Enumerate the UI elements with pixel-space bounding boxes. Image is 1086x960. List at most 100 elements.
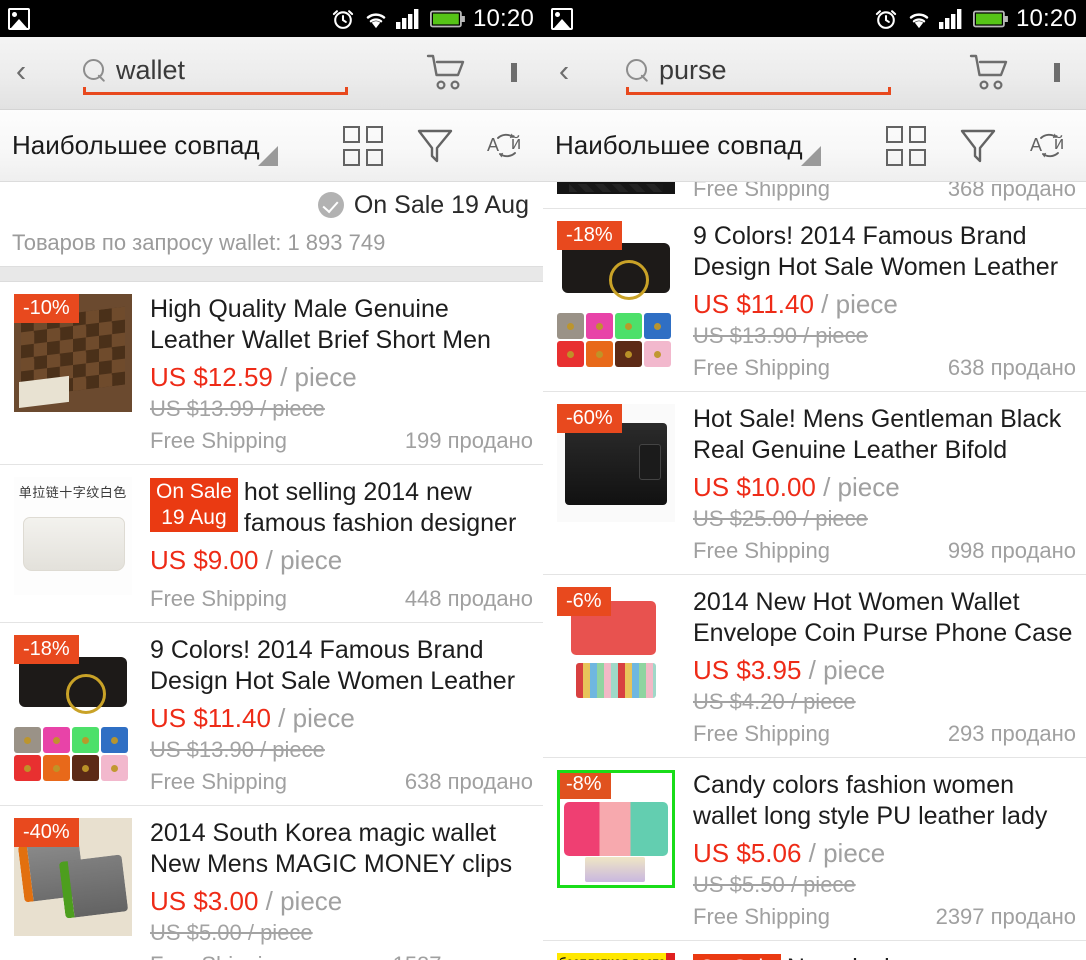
discount-badge: -60% xyxy=(557,404,622,433)
sort-dropdown[interactable]: Наибольшее совпад xyxy=(543,130,815,161)
search-icon xyxy=(83,59,105,81)
sold-count: 638 продано xyxy=(404,769,533,794)
product-info: On Sale19 AugNew design woman handbag cl… xyxy=(675,953,1076,960)
sold-count: 293 продано xyxy=(947,721,1076,746)
shopping-cart-button[interactable] xyxy=(413,54,485,92)
product-meta: Free Shipping 1587 продано xyxy=(150,952,533,960)
product-image[interactable] xyxy=(14,477,132,595)
list-item[interactable]: -40% 2014 South Korea magic wallet New M… xyxy=(0,806,543,960)
product-thumbnail-wrap: -8% xyxy=(557,770,675,930)
alarm-clock-icon xyxy=(332,9,354,29)
battery-icon xyxy=(429,10,465,27)
price-unit: / piece xyxy=(265,886,343,916)
product-price: US $9.00 / piece xyxy=(150,545,533,576)
product-meta: Free Shipping 293 продано xyxy=(693,721,1076,747)
translate-button[interactable]: A й xyxy=(1014,126,1086,166)
gallery-image-icon xyxy=(8,7,30,30)
list-item[interactable]: -18% 9 Colors! 2014 Famous Brand Design … xyxy=(0,623,543,806)
list-item[interactable]: -6% 2014 New Hot Women Wallet Envelope C… xyxy=(543,575,1086,758)
price-value: US $5.06 xyxy=(693,838,802,868)
discount-badge: -18% xyxy=(557,221,622,250)
product-thumbnail-wrap: -18% xyxy=(14,635,132,795)
shopping-cart-button[interactable] xyxy=(956,54,1028,92)
product-title[interactable]: 9 Colors! 2014 Famous Brand Design Hot S… xyxy=(150,635,533,699)
price-value: US $3.95 xyxy=(693,655,802,685)
search-input-value[interactable]: wallet xyxy=(116,55,185,86)
overflow-menu-icon xyxy=(1054,63,1060,82)
status-bar-clock: 10:20 xyxy=(472,4,534,32)
back-button[interactable]: ‹ xyxy=(0,55,42,91)
product-title[interactable]: 2014 South Korea magic wallet New Mens M… xyxy=(150,818,533,882)
list-item[interactable]: -10% High Quality Male Genuine Leather W… xyxy=(0,282,543,465)
product-image[interactable]: -6% xyxy=(557,587,675,705)
filter-button[interactable] xyxy=(399,126,471,166)
product-meta: Free Shipping 448 продано xyxy=(150,586,533,612)
product-title[interactable]: Candy colors fashion women wallet long s… xyxy=(693,770,1076,834)
overflow-menu-icon xyxy=(511,63,517,82)
product-old-price: US $13.90 / piece xyxy=(693,323,868,348)
color-swatches[interactable] xyxy=(14,727,132,781)
app-bar: ‹ wallet xyxy=(0,37,543,110)
product-image[interactable]: -60% xyxy=(557,404,675,522)
product-image[interactable] xyxy=(557,182,675,194)
status-bar-system-icons: 10:20 xyxy=(873,5,1077,33)
grid-view-button[interactable] xyxy=(870,125,942,166)
search-field[interactable]: purse xyxy=(599,47,899,99)
on-sale-filter[interactable]: On Sale 19 Aug xyxy=(0,182,543,224)
filter-funnel-icon xyxy=(417,129,453,162)
list-item[interactable]: On Sale19 AugNew design woman handbag cl… xyxy=(543,941,1086,960)
search-underline xyxy=(83,87,348,95)
sold-count: 638 продано xyxy=(947,355,1076,380)
sold-count: 2397 продано xyxy=(935,904,1076,929)
search-input-value[interactable]: purse xyxy=(659,55,727,86)
color-swatches[interactable] xyxy=(557,313,675,367)
list-item[interactable]: -18% 9 Colors! 2014 Famous Brand Design … xyxy=(543,209,1086,392)
product-price: US $5.06 / piece xyxy=(693,838,1076,869)
list-item[interactable]: On Sale19 Aughot selling 2014 new famous… xyxy=(0,465,543,623)
filter-button[interactable] xyxy=(942,126,1014,166)
product-old-price: US $13.90 / piece xyxy=(150,737,325,762)
product-title[interactable]: 2014 New Hot Women Wallet Envelope Coin … xyxy=(693,587,1076,651)
sold-count: 448 продано xyxy=(404,586,533,611)
product-thumbnail-wrap: -60% xyxy=(557,404,675,564)
product-title[interactable]: Hot Sale! Mens Gentleman Black Real Genu… xyxy=(693,404,1076,468)
product-image[interactable]: -18% xyxy=(557,221,675,311)
panel-left-wallet-search: 10:20 ‹ wallet Наибольшее совпад A й On … xyxy=(0,0,543,960)
grid-view-icon xyxy=(343,125,383,166)
product-price: US $3.95 / piece xyxy=(693,655,1076,686)
product-title[interactable]: On Sale19 AugNew design woman handbag cl… xyxy=(693,953,1076,960)
overflow-menu-button[interactable] xyxy=(485,63,543,82)
grid-view-button[interactable] xyxy=(327,125,399,166)
price-value: US $11.40 xyxy=(693,289,814,319)
product-image[interactable]: -40% xyxy=(14,818,132,936)
wifi-icon xyxy=(366,12,386,28)
product-image-selected[interactable]: -8% xyxy=(557,770,675,888)
product-meta: Free Shipping 199 продано xyxy=(150,428,533,454)
sort-dropdown[interactable]: Наибольшее совпад xyxy=(0,130,272,161)
product-price: US $3.00 / piece xyxy=(150,886,533,917)
app-bar-actions xyxy=(413,54,543,92)
discount-badge: -40% xyxy=(14,818,79,847)
product-title[interactable]: High Quality Male Genuine Leather Wallet… xyxy=(150,294,533,358)
overflow-menu-button[interactable] xyxy=(1028,63,1086,82)
discount-badge: -18% xyxy=(14,635,79,664)
product-info: Candy colors fashion women wallet long s… xyxy=(675,770,1076,930)
product-image[interactable]: -18% xyxy=(14,635,132,725)
list-item[interactable]: -60% Hot Sale! Mens Gentleman Black Real… xyxy=(543,392,1086,575)
list-item-partial[interactable]: Free Shipping 368 продано xyxy=(543,176,1086,209)
product-title[interactable]: On Sale 19 Aug hot selling 2014 new famous… xyxy=(150,477,533,541)
back-button[interactable]: ‹ xyxy=(543,55,585,91)
on-sale-label: On Sale 19 Aug xyxy=(353,190,529,219)
search-field[interactable]: wallet xyxy=(56,47,356,99)
search-icon xyxy=(626,59,648,81)
product-photo-teal-handbag xyxy=(557,953,675,960)
product-image[interactable] xyxy=(557,953,675,960)
dual-screenshot-comparison: 10:20 ‹ wallet Наибольшее совпад A й On … xyxy=(0,0,1086,960)
product-thumbnail-wrap xyxy=(14,477,132,612)
translate-button[interactable]: A й xyxy=(471,126,543,166)
product-price: US $11.40 / piece xyxy=(693,289,1076,320)
product-image[interactable]: -10% xyxy=(14,294,132,412)
product-title[interactable]: 9 Colors! 2014 Famous Brand Design Hot S… xyxy=(693,221,1076,285)
list-item[interactable]: -8% Candy colors fashion women wallet lo… xyxy=(543,758,1086,941)
status-bar-clock: 10:20 xyxy=(1015,4,1077,32)
